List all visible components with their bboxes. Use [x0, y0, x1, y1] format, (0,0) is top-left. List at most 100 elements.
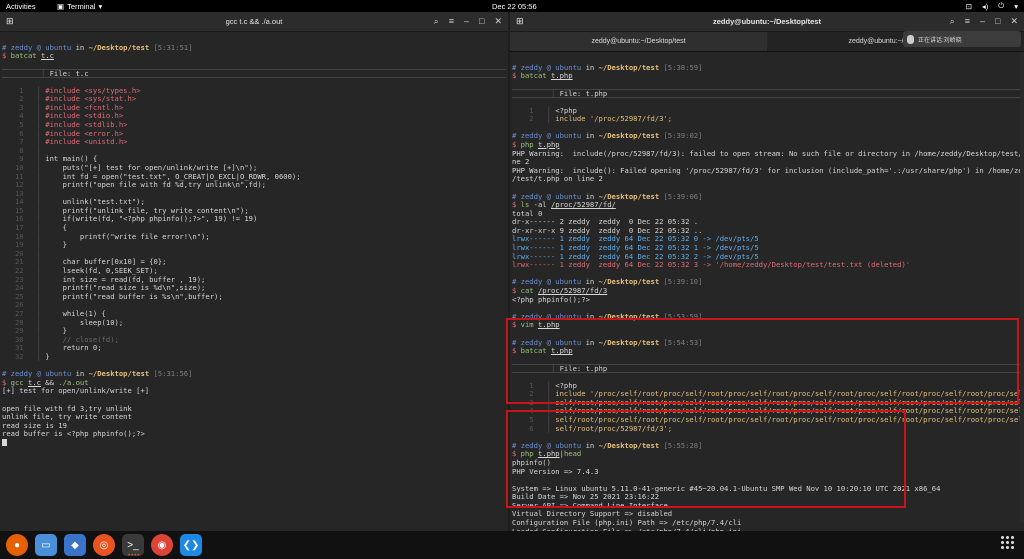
voice-notification[interactable]: 正在讲话:刘峤晓	[903, 31, 1021, 47]
prompt-path: ~/Desktop/test	[598, 62, 660, 72]
prompt-dollar: $	[2, 51, 11, 61]
terminal-output-left[interactable]: # zeddy @ ubuntu in ~/Desktop/test [5:31…	[0, 32, 508, 448]
vscode-icon[interactable]: ❮❯	[180, 534, 202, 556]
output-text: [+] test for open/unlink/write [+]	[2, 386, 150, 396]
prompt-path: ~/Desktop/test	[598, 277, 660, 287]
minimize-icon[interactable]: –	[464, 16, 469, 27]
file-name: File: t.php	[559, 89, 608, 99]
system-tray[interactable]: ⊡ ◂) ⏻ ▾	[966, 1, 1018, 11]
warning-line: /test/t.php on line 2	[512, 175, 1022, 184]
dock: ● ▭ ◆ ◎ >_ •••• ◉ ❮❯	[0, 531, 1024, 559]
trash-icon[interactable]: ◆	[64, 534, 86, 556]
code-text: }	[45, 351, 50, 361]
app-menu[interactable]: ▣ Terminal ▾	[57, 2, 102, 11]
code-text: include '/proc/52987/fd/3';	[555, 114, 673, 124]
file-header: │ File: t.c	[2, 69, 506, 78]
code-line: 12 │ printf("open file with fd %d,try un…	[2, 180, 506, 190]
command: batcat	[520, 71, 547, 81]
code-line: 31 │ return 0;	[2, 344, 506, 353]
file-name: File: t.c	[49, 69, 89, 79]
prompt-path: ~/Desktop/test	[598, 131, 660, 141]
prompt-in: in	[75, 42, 85, 52]
header-gutter: │	[2, 69, 50, 79]
search-icon[interactable]: ⌕	[950, 16, 955, 27]
command-line: $ batcat t.c	[2, 51, 506, 61]
code-text: return 0;	[45, 343, 102, 353]
code-text: }	[45, 240, 67, 250]
new-tab-icon[interactable]: ⊞	[516, 16, 524, 27]
new-tab-icon[interactable]: ⊞	[6, 16, 14, 27]
warning-text: PHP Warning: include(/proc/52987/fd/3): …	[512, 148, 1024, 158]
firefox-icon[interactable]: ●	[6, 534, 28, 556]
code-text: #include <unistd.h>	[45, 137, 128, 147]
show-apps-icon[interactable]	[1001, 536, 1014, 549]
code-line: 32 │ }	[2, 351, 506, 362]
prompt-time: [5:39:02]	[663, 131, 703, 141]
code-line: 25 │ printf("read buffer is %s\n",buffer…	[2, 291, 506, 302]
argument: t.c	[40, 51, 54, 61]
microphone-icon	[907, 34, 914, 44]
output-line: read buffer is <?php phpinfo();?>	[2, 430, 506, 439]
code-text: printf("read buffer is %s\n",buffer);	[45, 291, 223, 301]
header-gutter: │	[512, 89, 560, 99]
files-icon[interactable]: ▭	[35, 534, 57, 556]
minimize-icon[interactable]: –	[980, 16, 985, 27]
ls-text: lrwx------ 1 zeddy zeddy 64 Dec 22 05:32…	[512, 260, 911, 270]
maximize-icon[interactable]: □	[479, 16, 484, 27]
volume-icon: ◂)	[982, 1, 989, 11]
titlebar-right[interactable]: ⊞ zeddy@ubuntu:~/Desktop/test ⌕ ≡ – □ ✕	[510, 12, 1024, 32]
prompt-time: [5:31:51]	[153, 42, 193, 52]
code-text: if(write(fd, "<?php phpinfo();?>", 19) !…	[45, 214, 258, 224]
titlebar-left[interactable]: ⊞ gcc t.c && ./a.out ⌕ ≡ – □ ✕	[0, 12, 508, 32]
code-line: 18 │ printf("write file error!\n");	[2, 231, 506, 242]
prompt-time: [5:38:59]	[663, 62, 703, 72]
output-line: unlink file, try write content	[2, 412, 506, 422]
argument: t.php	[550, 71, 573, 81]
prompt-path: ~/Desktop/test	[88, 369, 150, 379]
command: batcat	[10, 51, 37, 61]
power-icon: ⏻	[998, 1, 1005, 10]
command-line: $ batcat t.php	[512, 71, 1022, 81]
warning-text: /test/t.php on line 2	[512, 174, 603, 184]
highlight-box-phpinfo	[506, 410, 906, 508]
app-name: Terminal	[67, 1, 96, 11]
terminal-icon: ▣	[57, 1, 65, 11]
code-line: 2 │ include '/proc/52987/fd/3';	[512, 114, 1022, 124]
activities-button[interactable]: Activities	[6, 2, 36, 11]
scrollbar[interactable]	[1020, 52, 1024, 522]
argument: /proc/52987/fd/	[550, 200, 616, 210]
terminal-icon[interactable]: >_ ••••	[122, 534, 144, 559]
prompt-line: # zeddy @ ubuntu in ~/Desktop/test [5:39…	[512, 132, 1022, 141]
output-text: read buffer is <?php phpinfo();?>	[2, 429, 145, 439]
software-icon[interactable]: ◎	[93, 534, 115, 556]
notification-text: 正在讲话:刘峤晓	[918, 37, 962, 44]
maximize-icon[interactable]: □	[995, 16, 1000, 27]
chrome-icon[interactable]: ◉	[151, 534, 173, 556]
clock[interactable]: Dec 22 05:56	[492, 2, 537, 11]
prompt-line: # zeddy @ ubuntu in ~/Desktop/test [5:38…	[512, 62, 1022, 73]
menu-icon[interactable]: ≡	[449, 16, 454, 27]
code-text: printf("write file error!\n");	[45, 231, 210, 241]
close-icon[interactable]: ✕	[494, 16, 502, 27]
search-icon[interactable]: ⌕	[434, 16, 439, 27]
highlight-box-batcat	[506, 318, 1019, 404]
code-line: 19 │ }	[2, 240, 506, 250]
tab-1[interactable]: zeddy@ubuntu:~/Desktop/test	[510, 32, 767, 51]
code-line: 7 │ #include <unistd.h>	[2, 137, 506, 147]
prompt-path: ~/Desktop/test	[88, 42, 150, 52]
menu-icon[interactable]: ≡	[965, 16, 970, 27]
warning-line: PHP Warning: include(/proc/52987/fd/3): …	[512, 148, 1024, 159]
cursor	[2, 439, 7, 447]
output-text: <?php phpinfo();?>	[512, 294, 590, 304]
close-icon[interactable]: ✕	[1010, 16, 1018, 27]
window-title: gcc t.c && ./a.out	[225, 17, 283, 26]
top-bar: Activities ▣ Terminal ▾ Dec 22 05:56 ⊡ ◂) ⏻ ▾	[0, 0, 1024, 12]
terminal-window-left[interactable]: ⊞ gcc t.c && ./a.out ⌕ ≡ – □ ✕ # zeddy @ ubu…	[0, 12, 508, 531]
chevron-down-icon: ▾	[98, 1, 103, 11]
prompt-dollar: $	[512, 71, 521, 81]
code-line: 16 │ if(write(fd, "<?php phpinfo();?>", …	[2, 215, 506, 224]
prompt-line: # zeddy @ ubuntu in ~/Desktop/test [5:31…	[2, 42, 506, 53]
prompt-time: [5:31:56]	[153, 369, 193, 379]
